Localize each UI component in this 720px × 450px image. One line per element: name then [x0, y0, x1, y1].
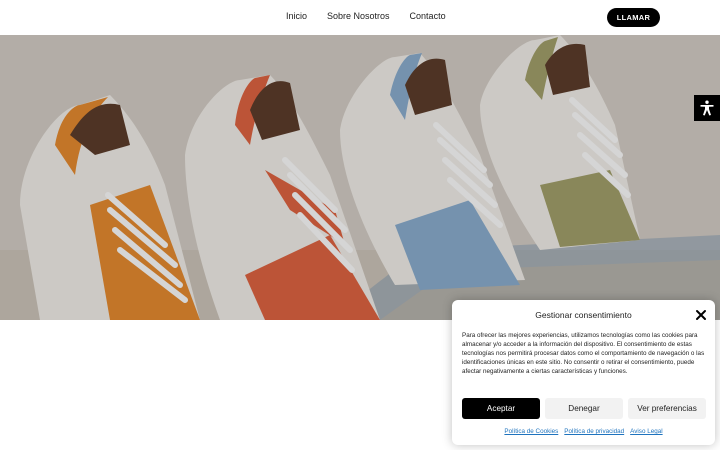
- consent-title: Gestionar consentimiento: [535, 310, 632, 320]
- view-preferences-button[interactable]: Ver preferencias: [628, 398, 706, 419]
- main-nav: Inicio Sobre Nosotros Contacto: [286, 11, 446, 21]
- cookie-policy-link[interactable]: Política de Cookies: [504, 428, 558, 435]
- consent-button-row: Aceptar Denegar Ver preferencias: [462, 398, 706, 419]
- legal-notice-link[interactable]: Aviso Legal: [630, 428, 662, 435]
- consent-message: Para ofrecer las mejores experiencias, u…: [462, 332, 705, 375]
- accessibility-icon: [700, 100, 714, 116]
- hero-overlay: [0, 35, 720, 320]
- nav-link-inicio[interactable]: Inicio: [286, 11, 307, 21]
- call-button[interactable]: LLAMAR: [607, 8, 660, 27]
- close-icon[interactable]: [695, 309, 707, 321]
- privacy-policy-link[interactable]: Política de privacidad: [564, 428, 624, 435]
- consent-links: Política de Cookies Política de privacid…: [452, 428, 715, 435]
- deny-button[interactable]: Denegar: [545, 398, 623, 419]
- nav-link-contacto[interactable]: Contacto: [410, 11, 446, 21]
- nav-link-sobre-nosotros[interactable]: Sobre Nosotros: [327, 11, 390, 21]
- hero-image: [0, 35, 720, 320]
- cookie-consent-dialog: Gestionar consentimiento Para ofrecer la…: [452, 300, 715, 445]
- site-header: Inicio Sobre Nosotros Contacto LLAMAR: [0, 0, 720, 35]
- page: Inicio Sobre Nosotros Contacto LLAMAR Ge…: [0, 0, 720, 450]
- accessibility-button[interactable]: [694, 95, 720, 121]
- accept-button[interactable]: Aceptar: [462, 398, 540, 419]
